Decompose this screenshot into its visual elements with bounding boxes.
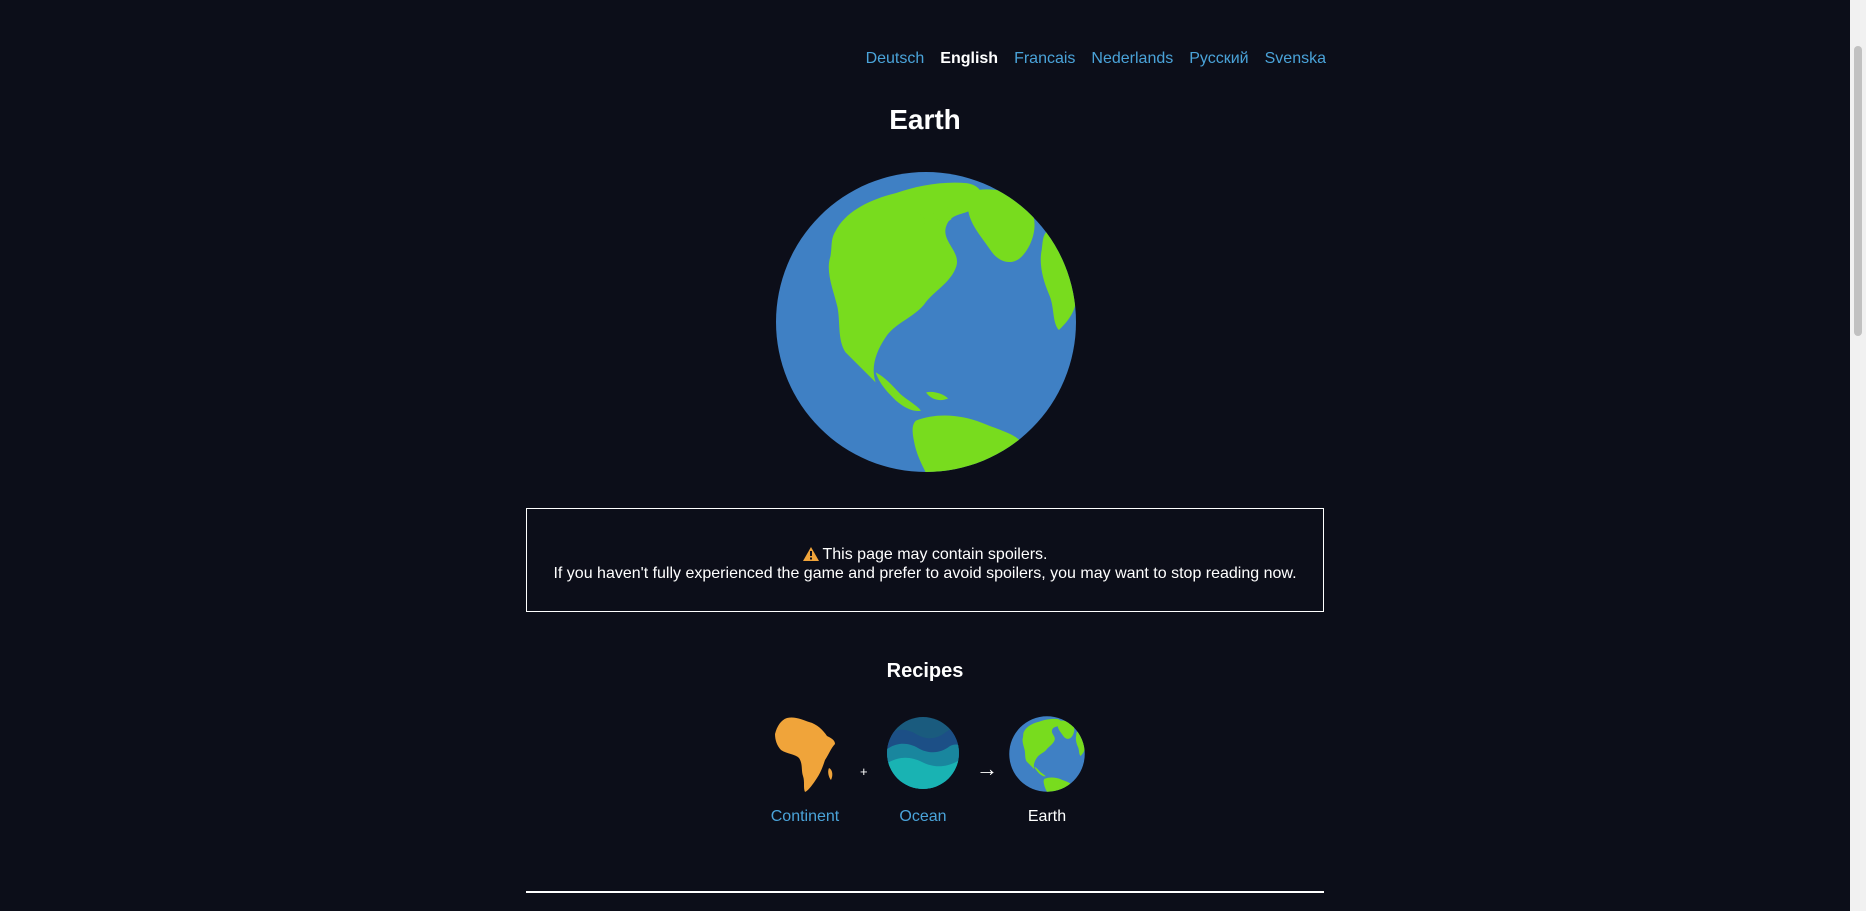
- ingredient-label-ocean[interactable]: Ocean: [878, 808, 968, 826]
- lang-link-svenska[interactable]: Svenska: [1265, 50, 1326, 68]
- page: Deutsch English Francais Nederlands Русс…: [0, 0, 1866, 911]
- ingredient-label-continent[interactable]: Continent: [760, 808, 850, 826]
- recipe-ingredient-ocean[interactable]: Ocean: [878, 716, 968, 826]
- lang-link-russian[interactable]: Русский: [1189, 50, 1248, 68]
- result-label-earth: Earth: [1027, 808, 1067, 825]
- recipe-result-earth: Earth: [1004, 716, 1090, 826]
- earth-globe-icon: [1009, 716, 1085, 792]
- page-title: Earth: [889, 104, 961, 135]
- lang-link-nederlands[interactable]: Nederlands: [1091, 50, 1173, 68]
- spoiler-warning-box: This page may contain spoilers. If you h…: [526, 508, 1324, 612]
- lang-link-francais[interactable]: Francais: [1014, 50, 1075, 68]
- spoiler-line-2: If you haven't fully experienced the gam…: [553, 565, 1297, 582]
- recipe-row: Continent + Ocean → Earth: [760, 716, 1090, 826]
- spoiler-line-1: This page may contain spoilers.: [527, 545, 1323, 564]
- plus-operator: +: [860, 764, 868, 779]
- ocean-waves-icon: [887, 717, 959, 789]
- section-divider: [526, 891, 1324, 893]
- lang-link-english[interactable]: English: [940, 50, 998, 68]
- page-scrollbar[interactable]: [1850, 0, 1866, 911]
- warning-triangle-icon: [802, 547, 819, 561]
- lang-link-deutsch[interactable]: Deutsch: [866, 50, 925, 68]
- earth-globe-icon: [776, 172, 1076, 472]
- scrollbar-thumb[interactable]: [1854, 46, 1862, 336]
- recipe-ingredient-continent[interactable]: Continent: [760, 716, 850, 826]
- spoiler-title: This page may contain spoilers.: [822, 546, 1048, 563]
- recipes-heading: Recipes: [886, 660, 964, 682]
- language-nav: Deutsch English Francais Nederlands Русс…: [866, 50, 1326, 68]
- africa-continent-icon: [775, 717, 835, 792]
- arrow-operator: →: [976, 756, 998, 781]
